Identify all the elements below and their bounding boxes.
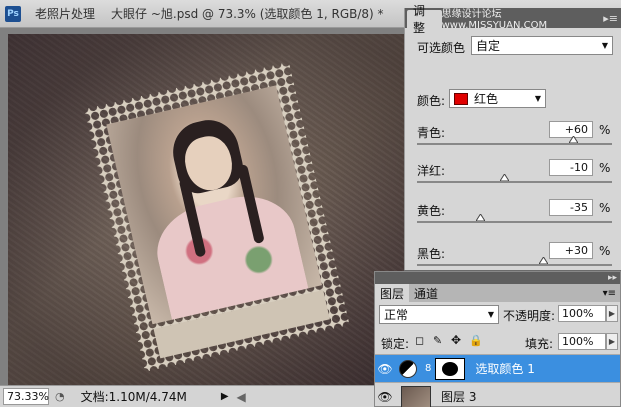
- colors-label: 颜色:: [417, 94, 446, 108]
- fill-arrow-icon[interactable]: ▶: [606, 333, 618, 350]
- slider-thumb[interactable]: [500, 174, 510, 181]
- fill-field[interactable]: 100%: [558, 333, 606, 350]
- layer-row-selective-color[interactable]: 👁 8 选取颜色 1: [375, 354, 620, 382]
- tab-adjustments[interactable]: 调整: [407, 4, 442, 35]
- preset-value: 自定: [476, 39, 501, 53]
- old-photo-stamp: [84, 61, 350, 373]
- slider-thumb[interactable]: [568, 136, 578, 143]
- document-canvas[interactable]: [0, 28, 404, 385]
- adjustment-layer-icon: [399, 359, 417, 378]
- colors-dropdown[interactable]: 红色 ▼: [449, 89, 546, 108]
- opacity-label: 不透明度:: [503, 309, 556, 323]
- opacity-arrow-icon[interactable]: ▶: [606, 305, 618, 322]
- tab-old-photo[interactable]: 老照片处理: [27, 3, 103, 25]
- opacity-field[interactable]: 100%: [558, 305, 606, 322]
- watermark-text: 思缘设计论坛 www.MISSYUAN.COM: [441, 9, 548, 31]
- tab-channels[interactable]: 通道: [409, 284, 443, 302]
- blend-mode-dropdown[interactable]: 正常 ▼: [379, 305, 499, 324]
- canvas-image: [8, 34, 404, 385]
- status-bar: 73.33% ◔ 文档:1.10M/4.74M ▶ ◀: [0, 385, 404, 407]
- blend-mode-value: 正常: [384, 308, 409, 322]
- percent-unit: %: [599, 123, 611, 137]
- lock-move-icon[interactable]: ✥: [451, 333, 461, 347]
- slider-value-field[interactable]: +30: [549, 242, 593, 259]
- colors-value: 红色: [474, 92, 499, 106]
- tab-active-document[interactable]: 大眼仔 ~旭.psd @ 73.3% (选取颜色 1, RGB/8) *: [103, 3, 392, 25]
- chevron-down-icon: ▼: [487, 310, 494, 319]
- layers-menu-icon[interactable]: ▾≡: [603, 288, 616, 299]
- lock-label: 锁定:: [381, 337, 410, 351]
- slider-track[interactable]: [417, 143, 612, 145]
- layer-row-layer3[interactable]: 👁 图层 3: [375, 382, 620, 407]
- layer-mask-thumbnail: [435, 357, 466, 380]
- preset-dropdown[interactable]: 自定 ▼: [471, 36, 613, 55]
- lock-transparent-icon[interactable]: ◻: [415, 334, 424, 347]
- slider-track[interactable]: [417, 264, 612, 266]
- preset-label: 可选颜色: [417, 41, 466, 55]
- doc-info: 文档:1.10M/4.74M: [80, 390, 187, 404]
- percent-unit: %: [599, 244, 611, 258]
- slider-thumb[interactable]: [475, 214, 485, 221]
- layers-panel: ▸▸ 图层 通道 ▾≡ 正常 ▼ 不透明度: 100% ▶ 锁定: ◻ ✎ ✥ …: [374, 271, 621, 407]
- adjustments-panel: 调整 思缘设计论坛 www.MISSYUAN.COM ▸≡ 可选颜色 自定 ▼ …: [404, 4, 621, 270]
- panel-collapse-icon[interactable]: ▸▸: [608, 273, 617, 283]
- layer-name: 选取颜色 1: [475, 362, 535, 376]
- status-arrow-icon[interactable]: ▶: [221, 391, 229, 402]
- slider-track[interactable]: [417, 221, 612, 223]
- panel-menu-icon[interactable]: ▸≡: [603, 12, 618, 25]
- layer-name: 图层 3: [441, 390, 477, 404]
- percent-unit: %: [599, 161, 611, 175]
- zoom-field[interactable]: 73.33%: [3, 388, 49, 405]
- slider-track[interactable]: [417, 181, 612, 183]
- eye-icon[interactable]: 👁: [375, 362, 395, 376]
- status-icon[interactable]: ◔: [55, 390, 65, 403]
- slider-label: 黄色:: [417, 204, 446, 218]
- lock-all-icon[interactable]: 🔒: [469, 334, 483, 347]
- slider-label: 黑色:: [417, 247, 446, 261]
- slider-label: 青色:: [417, 126, 446, 140]
- layer-thumbnail: [401, 385, 431, 407]
- scroll-left-icon[interactable]: ◀: [237, 390, 246, 404]
- fill-label: 填充:: [525, 337, 554, 351]
- slider-label: 洋红:: [417, 164, 446, 178]
- percent-unit: %: [599, 201, 611, 215]
- slider-value-field[interactable]: -10: [549, 159, 593, 176]
- tab-layers[interactable]: 图层: [375, 284, 410, 302]
- red-swatch: [454, 92, 468, 105]
- chevron-down-icon: ▼: [601, 41, 608, 50]
- lock-brush-icon[interactable]: ✎: [433, 334, 442, 347]
- slider-thumb[interactable]: [539, 257, 549, 264]
- chevron-down-icon: ▼: [534, 94, 541, 103]
- slider-value-field[interactable]: -35: [549, 199, 593, 216]
- link-icon[interactable]: 8: [425, 363, 431, 374]
- photoshop-logo-icon: Ps: [5, 5, 21, 22]
- eye-icon[interactable]: 👁: [375, 390, 395, 404]
